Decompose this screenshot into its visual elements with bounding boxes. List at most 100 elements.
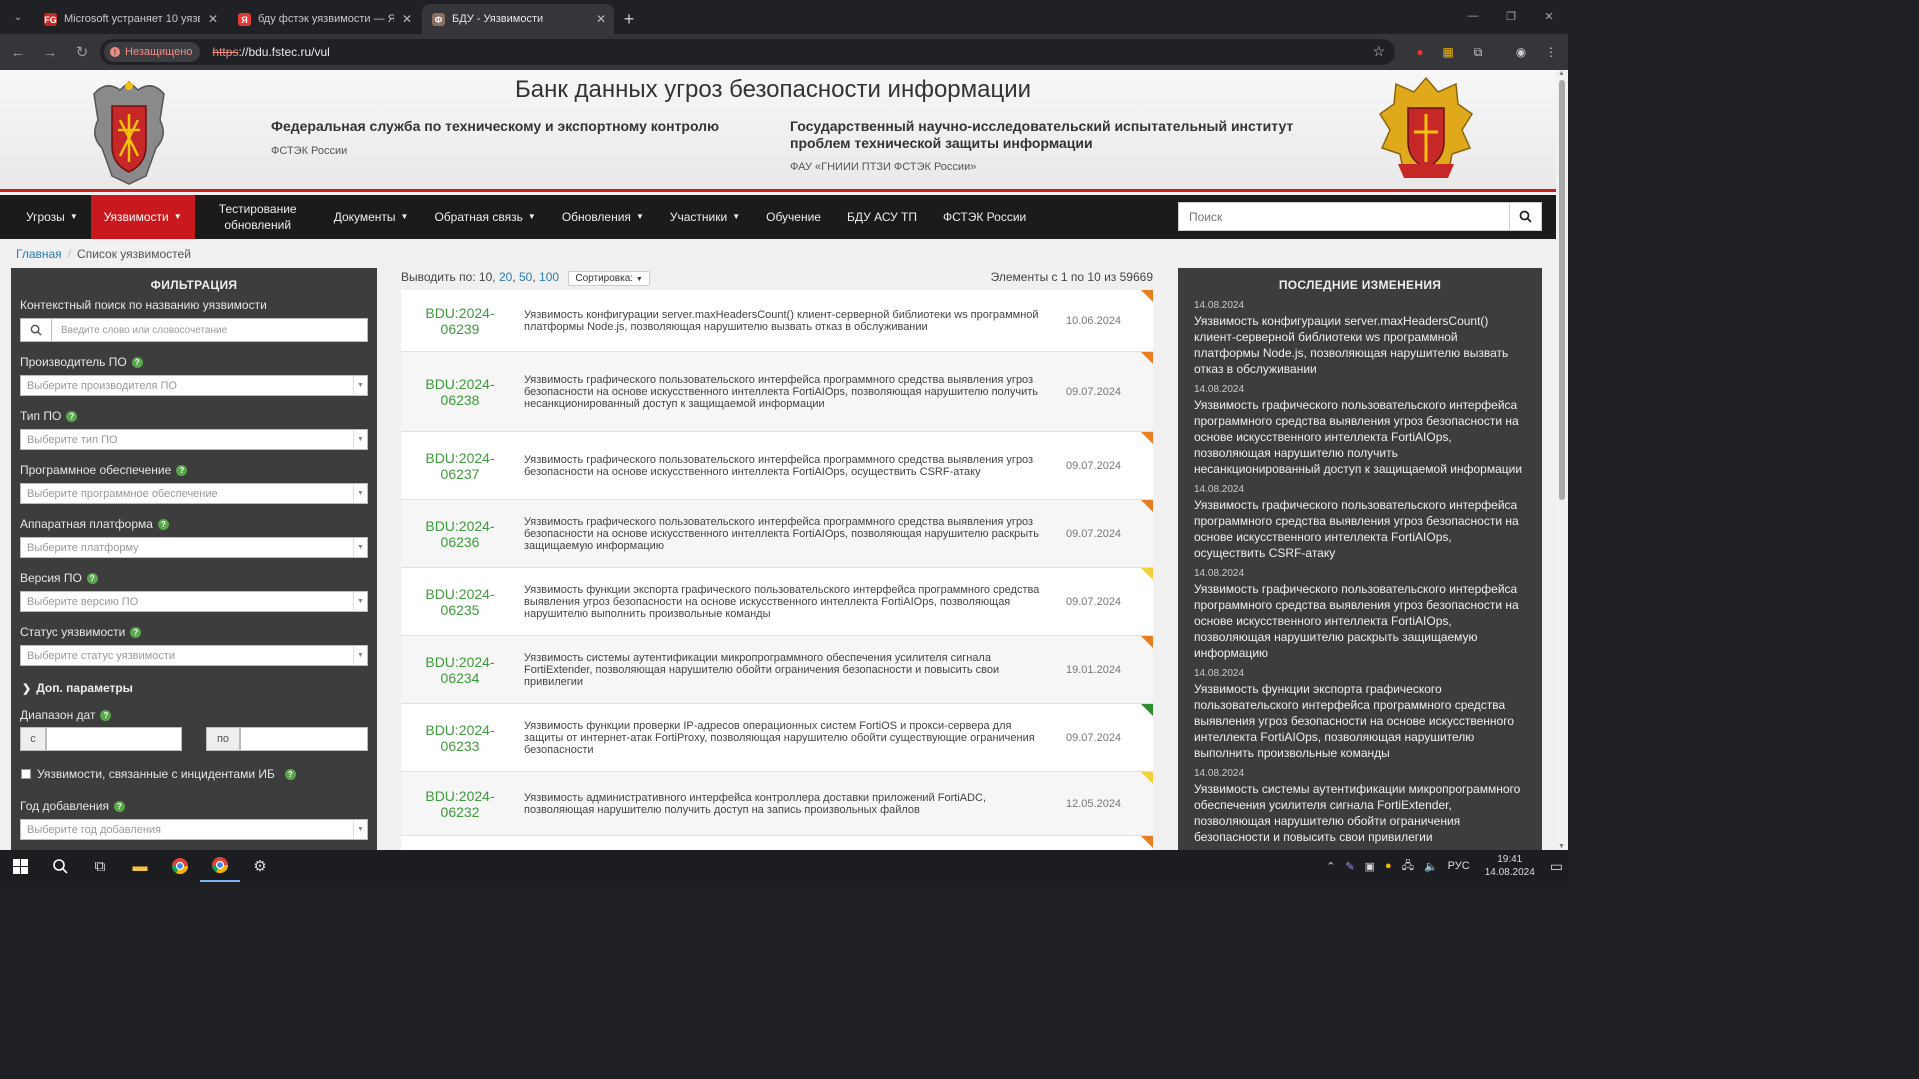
vulnerability-id-link[interactable]: BDU:2024- 06239 — [401, 305, 519, 337]
vulnerability-id-link[interactable]: BDU:2024- 06237 — [401, 450, 519, 482]
sort-dropdown[interactable]: Сортировка: ▼ — [568, 271, 650, 286]
extensions-puzzle-icon[interactable]: ⧉ — [1468, 42, 1488, 62]
tray-chrome-icon[interactable]: ● — [1385, 860, 1392, 872]
vulnerability-row[interactable]: BDU:2024- 06232 Уязвимость административно… — [401, 772, 1153, 836]
vulnerability-id-link[interactable]: BDU:2024- 06234 — [401, 654, 519, 686]
close-window-button[interactable]: ✕ — [1530, 0, 1568, 32]
nav-item[interactable]: ФСТЭК России — [930, 195, 1039, 239]
task-view-icon[interactable]: ⧉ — [80, 850, 120, 882]
version-select[interactable]: Выберите версию ПО ▼ — [20, 591, 368, 612]
browser-menu-icon[interactable]: ⋮ — [1541, 42, 1561, 62]
minimize-button[interactable]: — — [1454, 0, 1492, 32]
nav-item[interactable]: БДУ АСУ ТП — [834, 195, 930, 239]
input-language[interactable]: РУС — [1448, 860, 1470, 872]
page-scrollbar[interactable]: ▲ ▼ — [1556, 70, 1568, 850]
vulnerability-row[interactable]: BDU:2024- 06236 Уязвимость графического по… — [401, 500, 1153, 568]
tray-app-icon[interactable]: ✎ — [1345, 860, 1354, 873]
help-icon[interactable]: ? — [130, 626, 142, 638]
software-select[interactable]: Выберите программное обеспечение ▼ — [20, 483, 368, 504]
recent-change-item[interactable]: 14.08.2024 Уязвимость графического пользо… — [1194, 568, 1526, 661]
browser-tab[interactable]: FG Microsoft устраняет 10 уязвим ✕ — [34, 4, 226, 34]
help-icon[interactable]: ? — [131, 356, 143, 368]
vulnerability-id-link[interactable]: BDU:2024- 06236 — [401, 518, 519, 550]
context-search-button[interactable] — [20, 318, 52, 342]
windows-start-icon[interactable] — [0, 850, 40, 882]
advanced-params-toggle[interactable]: ❯ Доп. параметры — [22, 681, 133, 695]
network-icon[interactable]: 🖧 — [1402, 857, 1414, 876]
vulnerability-row[interactable]: BDU:2024- 06237 Уязвимость графического по… — [401, 432, 1153, 500]
reload-button[interactable]: ↻ — [68, 38, 96, 66]
tray-app-icon[interactable]: ▣ — [1365, 860, 1375, 873]
recent-change-text[interactable]: Уязвимость графического пользовательског… — [1194, 581, 1526, 661]
nav-item[interactable]: Обновления ▼ — [549, 195, 657, 239]
tray-chevron-up-icon[interactable]: ⌃ — [1326, 860, 1335, 873]
scroll-down-icon[interactable]: ▼ — [1558, 843, 1565, 850]
scrollbar-thumb[interactable] — [1559, 80, 1565, 500]
vulnerability-row[interactable]: BDU:2024- 06238 Уязвимость графического по… — [401, 352, 1153, 432]
forward-button[interactable]: → — [36, 38, 64, 66]
nav-item[interactable]: Уязвимости ▼ — [90, 195, 195, 239]
help-icon[interactable]: ? — [176, 464, 188, 476]
clock[interactable]: 19:41 14.08.2024 — [1485, 853, 1535, 879]
browser-tab[interactable]: Ф БДУ - Уязвимости ✕ — [422, 4, 614, 34]
vulnerability-id-link[interactable]: BDU:2024- 06232 — [401, 788, 519, 820]
notifications-icon[interactable]: ▭ — [1550, 858, 1563, 875]
chrome-icon[interactable] — [160, 850, 200, 882]
vulnerability-id-link[interactable]: BDU:2024- 06233 — [401, 722, 519, 754]
breadcrumb-home-link[interactable]: Главная — [16, 247, 62, 261]
help-icon[interactable]: ? — [114, 800, 125, 812]
taskbar-search-icon[interactable] — [40, 850, 80, 882]
per-page-option[interactable]: 100 — [539, 270, 559, 284]
scroll-up-icon[interactable]: ▲ — [1558, 70, 1565, 77]
recent-change-item[interactable]: 14.08.2024 Уязвимость конфигурации server… — [1194, 300, 1526, 377]
help-icon[interactable]: ? — [157, 518, 169, 530]
status-select[interactable]: Выберите статус уязвимости ▼ — [20, 645, 368, 666]
chrome-icon[interactable] — [200, 850, 240, 882]
vulnerability-id-link[interactable]: BDU:2024- 06238 — [401, 376, 519, 408]
vendor-select[interactable]: Выберите производителя ПО ▼ — [20, 375, 368, 396]
browser-tab[interactable]: Ябду фстэк уязвимости — Янде ✕ — [228, 4, 420, 34]
security-indicator[interactable]: ! Незащищено — [104, 42, 201, 62]
extension-icon[interactable]: ● — [1410, 42, 1430, 62]
recent-change-text[interactable]: Уязвимость конфигурации server.maxHeader… — [1194, 313, 1526, 377]
vulnerability-row[interactable]: BDU:2024- 06233 Уязвимость функции проверк… — [401, 704, 1153, 772]
vulnerability-row[interactable]: BDU:2024- 06239 Уязвимость конфигурации se… — [401, 290, 1153, 352]
nav-item[interactable]: Обратная связь ▼ — [421, 195, 548, 239]
apps-grid-icon[interactable]: ▦ — [1438, 42, 1458, 62]
close-tab-icon[interactable]: ✕ — [208, 12, 218, 26]
per-page-option[interactable]: 50 — [519, 270, 532, 284]
close-tab-icon[interactable]: ✕ — [596, 12, 606, 26]
date-to-input[interactable] — [240, 727, 368, 751]
recent-change-item[interactable]: 14.08.2024 Уязвимость графического пользо… — [1194, 484, 1526, 561]
help-icon[interactable]: ? — [100, 709, 112, 721]
per-page-option[interactable]: 20 — [499, 270, 512, 284]
settings-gear-icon[interactable]: ⚙ — [240, 850, 280, 882]
nav-item[interactable]: Угрозы ▼ — [13, 195, 91, 239]
site-search-input[interactable] — [1178, 202, 1510, 231]
restore-button[interactable]: ❐ — [1492, 0, 1530, 32]
close-tab-icon[interactable]: ✕ — [402, 12, 412, 26]
volume-icon[interactable]: 🔈 — [1424, 860, 1438, 873]
recent-change-text[interactable]: Уязвимость графического пользовательског… — [1194, 397, 1526, 477]
incidents-checkbox[interactable] — [21, 769, 31, 779]
bookmark-star-icon[interactable]: ☆ — [1372, 43, 1385, 60]
new-tab-button[interactable]: + — [616, 4, 642, 34]
nav-item[interactable]: Участники ▼ — [657, 195, 753, 239]
context-search-input[interactable]: Введите слово или словосочетание — [52, 318, 368, 342]
platform-select[interactable]: Выберите платформу ▼ — [20, 537, 368, 558]
recent-change-item[interactable]: 14.08.2024 Уязвимость системы аутентифика… — [1194, 768, 1526, 845]
date-from-input[interactable] — [46, 727, 182, 751]
back-button[interactable]: ← — [4, 38, 32, 66]
address-bar[interactable]: ! Незащищено https://bdu.fstec.ru/vul ☆ — [100, 39, 1395, 65]
help-icon[interactable]: ? — [66, 410, 78, 422]
type-select[interactable]: Выберите тип ПО ▼ — [20, 429, 368, 450]
recent-change-text[interactable]: Уязвимость функции экспорта графического… — [1194, 681, 1526, 761]
recent-change-text[interactable]: Уязвимость графического пользовательског… — [1194, 497, 1526, 561]
nav-item[interactable]: Обучение — [753, 195, 834, 239]
help-icon[interactable]: ? — [284, 768, 296, 780]
vulnerability-row[interactable]: BDU:2024- 06235 Уязвимость функции экспорт… — [401, 568, 1153, 636]
profile-avatar-icon[interactable]: ◉ — [1511, 42, 1531, 62]
recent-change-item[interactable]: 14.08.2024 Уязвимость графического пользо… — [1194, 384, 1526, 477]
vulnerability-row[interactable]: BDU:2024- 06234 Уязвимость системы аутенти… — [401, 636, 1153, 704]
recent-change-text[interactable]: Уязвимость системы аутентификации микроп… — [1194, 781, 1526, 845]
